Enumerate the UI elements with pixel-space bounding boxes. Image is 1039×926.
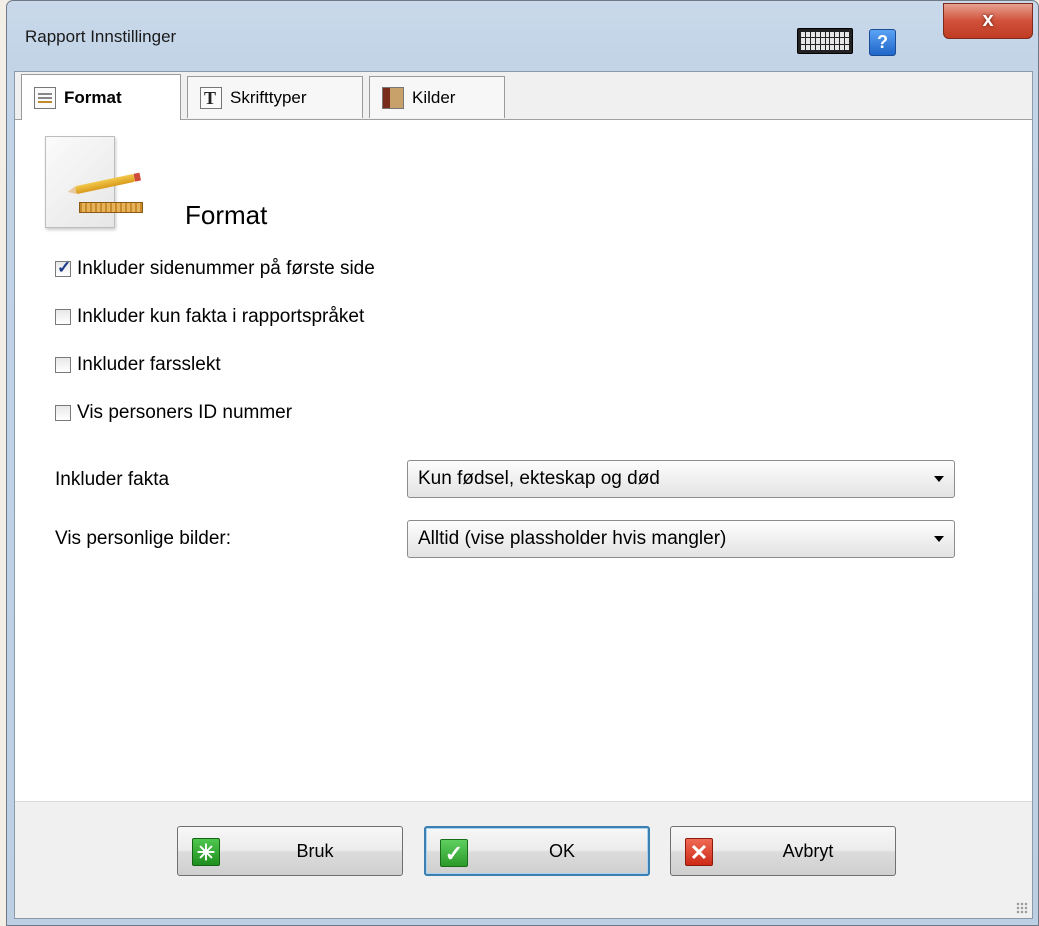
option-page-number-label: Inkluder sidenummer på første side <box>77 258 375 279</box>
tab-strip: Format Skrifttyper Kilder <box>15 72 1032 120</box>
keyboard-icon[interactable] <box>797 28 853 54</box>
cancel-button[interactable]: ✕ Avbryt <box>670 826 896 876</box>
tab-skrifttyper-label: Skrifttyper <box>230 87 307 107</box>
help-icon[interactable]: ? <box>869 29 896 56</box>
title-bar[interactable]: Rapport Innstillinger ? x <box>7 1 1038 71</box>
book-icon <box>382 86 404 109</box>
checkbox-report-language-facts[interactable] <box>55 309 71 325</box>
apply-icon: ✳ <box>192 838 220 866</box>
option-report-language-facts-label: Inkluder kun fakta i rapportspråket <box>77 306 365 327</box>
window-title: Rapport Innstillinger <box>25 27 177 46</box>
cancel-button-label: Avbryt <box>782 840 834 861</box>
ok-button[interactable]: ✓ OK <box>424 826 650 876</box>
resize-grip-icon[interactable] <box>1016 902 1028 914</box>
section-title: Format <box>185 200 268 230</box>
dialog-window: Rapport Innstillinger ? x Format Skriftt… <box>6 0 1039 926</box>
include-facts-select[interactable]: Kun fødsel, ekteskap og død <box>407 460 955 498</box>
format-page-icon <box>45 136 143 228</box>
tab-format-label: Format <box>64 87 122 107</box>
personal-images-value: Alltid (vise plassholder hvis mangler) <box>418 528 727 549</box>
checkbox-person-id[interactable] <box>55 405 71 421</box>
tab-kilder[interactable]: Kilder <box>369 76 505 118</box>
option-person-id-label: Vis personers ID nummer <box>77 402 293 423</box>
ok-button-label: OK <box>548 840 575 861</box>
option-page-number[interactable]: Inkluder sidenummer på første side <box>55 256 375 282</box>
option-paternal-line[interactable]: Inkluder farsslekt <box>55 352 221 378</box>
apply-button[interactable]: ✳ Bruk <box>177 826 403 876</box>
checkbox-paternal-line[interactable] <box>55 357 71 373</box>
cancel-icon: ✕ <box>685 838 713 866</box>
document-ruler-icon <box>34 86 56 109</box>
chevron-down-icon <box>934 476 944 482</box>
checkmark-icon: ✓ <box>440 839 468 867</box>
button-bar: ✳ Bruk ✓ OK ✕ Avbryt <box>15 801 1032 918</box>
personal-images-select[interactable]: Alltid (vise plassholder hvis mangler) <box>407 520 955 558</box>
include-facts-value: Kun fødsel, ekteskap og død <box>418 468 660 489</box>
option-paternal-line-label: Inkluder farsslekt <box>77 354 221 375</box>
checkbox-page-number[interactable] <box>55 258 71 278</box>
dialog-content: Format Skrifttyper Kilder Format Inklude… <box>14 71 1033 919</box>
tab-skrifttyper[interactable]: Skrifttyper <box>187 76 363 118</box>
option-report-language-facts[interactable]: Inkluder kun fakta i rapportspråket <box>55 304 364 330</box>
chevron-down-icon <box>934 536 944 542</box>
tab-kilder-label: Kilder <box>412 87 456 107</box>
font-icon <box>200 86 222 109</box>
include-facts-label: Inkluder fakta <box>55 469 170 490</box>
apply-button-label: Bruk <box>296 840 334 861</box>
tab-format[interactable]: Format <box>21 74 181 120</box>
personal-images-label: Vis personlige bilder: <box>55 528 232 549</box>
close-button[interactable]: x <box>943 3 1033 39</box>
option-person-id[interactable]: Vis personers ID nummer <box>55 400 292 426</box>
